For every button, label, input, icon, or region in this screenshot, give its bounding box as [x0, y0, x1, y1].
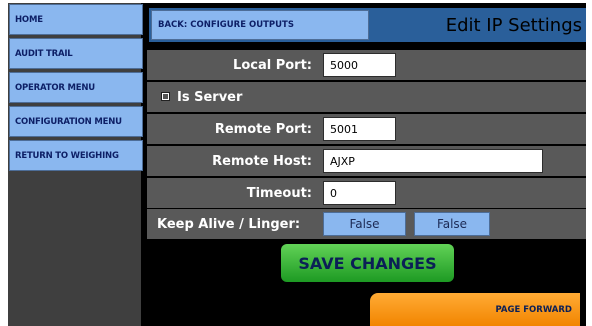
keep-alive-toggle[interactable]: False: [323, 212, 406, 236]
page-title: Edit IP Settings: [445, 14, 582, 36]
sidebar-item-operator-menu[interactable]: OPERATOR MENU: [9, 72, 143, 103]
remote-host-input[interactable]: AJXP: [323, 149, 543, 173]
linger-toggle[interactable]: False: [414, 212, 490, 236]
sidebar-item-return-to-weighing[interactable]: RETURN TO WEIGHING: [9, 140, 143, 171]
back-button[interactable]: BACK: CONFIGURE OUTPUTS: [151, 10, 369, 40]
keep-alive-row: Keep Alive / Linger: False False: [147, 209, 586, 239]
remote-port-row: Remote Port: 5001: [147, 114, 586, 144]
remote-port-label: Remote Port:: [214, 121, 312, 137]
keep-alive-label: Keep Alive / Linger:: [157, 216, 301, 232]
local-port-input[interactable]: 5000: [323, 53, 396, 77]
sidebar-nav: HOME AUDIT TRAIL OPERATOR MENU CONFIGURA…: [8, 3, 144, 326]
timeout-row: Timeout: 0: [147, 178, 586, 208]
is-server-row: Is Server: [147, 82, 586, 112]
timeout-input[interactable]: 0: [323, 181, 396, 205]
header-bar: BACK: CONFIGURE OUTPUTS Edit IP Settings: [149, 8, 586, 42]
is-server-checkbox[interactable]: [161, 92, 170, 101]
is-server-label: Is Server: [177, 89, 243, 105]
sidebar-item-audit-trail[interactable]: AUDIT TRAIL: [9, 38, 143, 69]
timeout-label: Timeout:: [246, 185, 312, 201]
sidebar-item-configuration-menu[interactable]: CONFIGURATION MENU: [9, 106, 143, 137]
save-changes-button[interactable]: SAVE CHANGES: [281, 244, 454, 282]
remote-port-input[interactable]: 5001: [323, 117, 396, 141]
remote-host-row: Remote Host: AJXP: [147, 146, 586, 176]
remote-host-label: Remote Host:: [212, 153, 312, 169]
local-port-row: Local Port: 5000: [147, 50, 586, 80]
main-panel: BACK: CONFIGURE OUTPUTS Edit IP Settings…: [147, 3, 586, 326]
sidebar-item-home[interactable]: HOME: [9, 4, 143, 35]
local-port-label: Local Port:: [233, 57, 312, 73]
page-forward-button[interactable]: PAGE FORWARD: [370, 293, 580, 326]
